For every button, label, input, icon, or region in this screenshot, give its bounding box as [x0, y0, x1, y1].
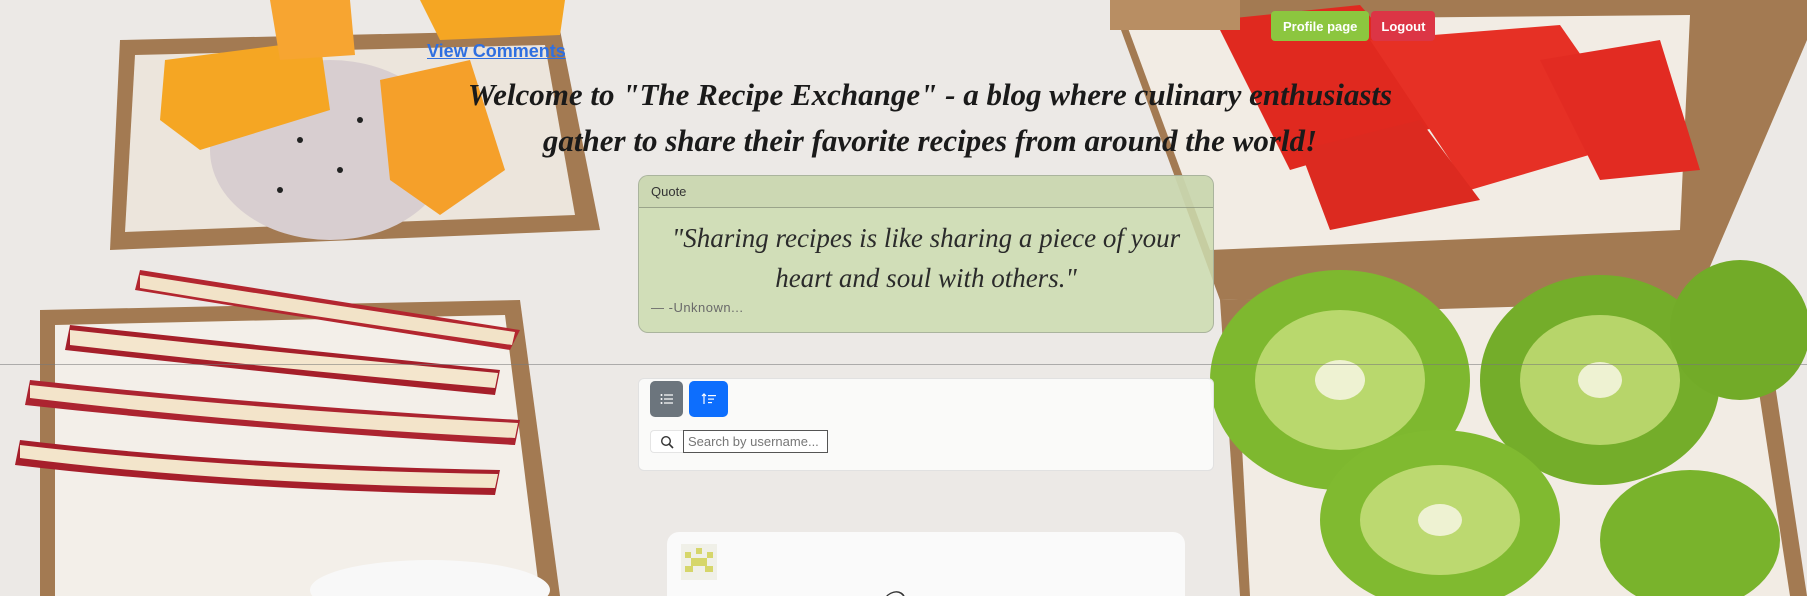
- quote-author: — -Unknown...: [651, 300, 744, 315]
- quote-text: "Sharing recipes is like sharing a piece…: [671, 223, 1181, 293]
- logout-button[interactable]: Logout: [1371, 11, 1436, 41]
- avatar: [681, 544, 717, 580]
- post-partial-text: ◯ ... · .: [880, 588, 949, 596]
- header-actions: Profile page Logout: [1271, 11, 1436, 41]
- search-input[interactable]: [683, 430, 828, 453]
- divider: [0, 364, 1807, 365]
- list-view-button[interactable]: [650, 381, 683, 417]
- toolbar-card: [638, 378, 1214, 471]
- profile-page-button[interactable]: Profile page: [1271, 11, 1370, 41]
- sort-ascending-icon: [701, 393, 716, 404]
- search-group: [650, 430, 828, 453]
- view-comments-link[interactable]: View Comments: [427, 41, 566, 62]
- quote-card: Quote "Sharing recipes is like sharing a…: [638, 175, 1214, 333]
- page-title: Welcome to "The Recipe Exchange" - a blo…: [467, 77, 1393, 158]
- quote-header: Quote: [639, 176, 1213, 208]
- sort-button[interactable]: [689, 381, 728, 417]
- list-icon: [660, 394, 673, 404]
- post-card: ◯ ... · .: [667, 532, 1185, 596]
- search-icon: [650, 430, 683, 453]
